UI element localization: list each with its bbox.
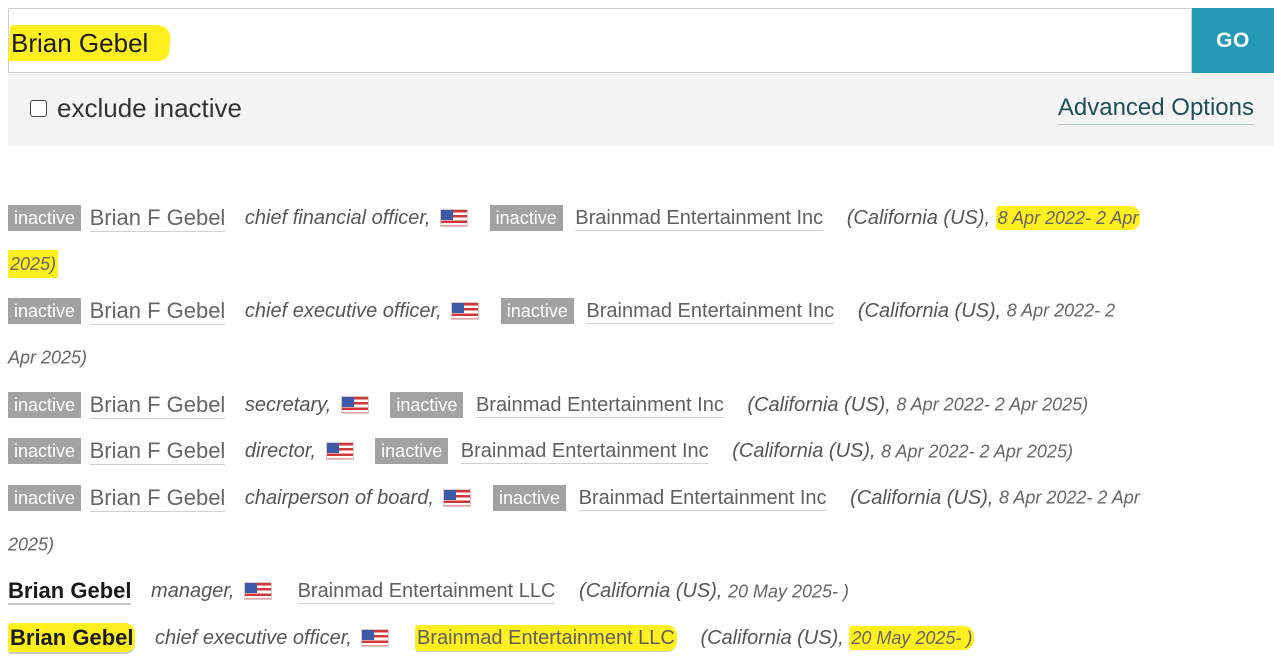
search-input[interactable]: Brian Gebel [7, 8, 1192, 73]
company-link[interactable]: Brainmad Entertainment LLC [414, 625, 677, 653]
role-label: director, [244, 440, 317, 463]
results-list: inactive Brian F Gebel chief financial o… [8, 194, 1270, 661]
jurisdiction-label: (California (US), [579, 580, 723, 603]
advanced-options-link[interactable]: Advanced Options [1057, 94, 1254, 125]
date-range: 8 Apr 2022- 2 Apr 2025) [881, 441, 1073, 462]
exclude-inactive-checkbox[interactable] [30, 99, 47, 117]
jurisdiction-label: (California (US), [850, 487, 994, 510]
us-flag-icon [244, 582, 272, 601]
person-link[interactable]: Brian Gebel [8, 578, 132, 606]
us-flag-icon [440, 208, 469, 227]
date-range: 20 May 2025- ) [727, 581, 850, 602]
company-link[interactable]: Brainmad Entertainment Inc [578, 487, 827, 512]
person-link[interactable]: Brian F Gebel [89, 204, 226, 232]
role-label: manager, [151, 580, 235, 603]
role-label: chairperson of board, [244, 487, 434, 510]
search-panel: Brian Gebel GO exclude inactive Advanced… [7, 8, 1274, 146]
person-status-badge: inactive [8, 298, 82, 325]
company-status-badge: inactive [375, 438, 449, 465]
role-label: chief executive officer, [155, 627, 352, 650]
result-item: inactive Brian F Gebel secretary, inacti… [8, 381, 1270, 428]
exclude-inactive-option[interactable]: exclude inactive [30, 92, 242, 124]
role-label: secretary, [244, 393, 332, 416]
company-status-badge: inactive [390, 391, 464, 418]
person-status-badge: inactive [8, 485, 82, 512]
result-item: inactive Brian F Gebel chief executive o… [8, 287, 1270, 380]
date-range: 8 Apr 2022- 2 Apr [999, 488, 1140, 509]
date-range: 20 May 2025- ) [849, 626, 975, 651]
search-row: Brian Gebel GO [7, 8, 1274, 73]
role-label: chief financial officer, [244, 206, 431, 229]
us-flag-icon [325, 442, 354, 461]
us-flag-icon [340, 395, 369, 414]
date-range-end: Apr 2025) [8, 347, 88, 368]
date-range: 8 Apr 2022- 2 Apr 2025) [896, 394, 1089, 415]
person-link[interactable]: Brian F Gebel [89, 485, 226, 513]
jurisdiction-label: (California (US), [846, 206, 991, 229]
result-item: Brian Gebel chief executive officer, Bra… [8, 614, 1270, 661]
company-link[interactable]: Brainmad Entertainment Inc [460, 440, 709, 465]
company-status-badge: inactive [489, 204, 563, 231]
us-flag-icon [361, 629, 390, 648]
company-link[interactable]: Brainmad Entertainment LLC [297, 580, 556, 605]
result-item: inactive Brian F Gebel chief financial o… [8, 194, 1270, 287]
result-item: Brian Gebel manager, Brainmad Entertainm… [8, 568, 1270, 615]
search-input-value: Brian Gebel [11, 28, 149, 58]
exclude-inactive-label: exclude inactive [57, 92, 242, 123]
company-link[interactable]: Brainmad Entertainment Inc [586, 300, 835, 325]
search-input-highlight: Brian Gebel [7, 25, 172, 61]
person-status-badge: inactive [8, 391, 82, 418]
person-link[interactable]: Brian F Gebel [89, 438, 226, 466]
result-item: inactive Brian F Gebel chairperson of bo… [8, 474, 1270, 567]
jurisdiction-label: (California (US), [700, 627, 844, 650]
person-link[interactable]: Brian F Gebel [89, 298, 226, 326]
us-flag-icon [451, 302, 480, 321]
date-range-end: 2025) [8, 250, 59, 279]
go-button[interactable]: GO [1192, 8, 1274, 73]
person-link[interactable]: Brian F Gebel [89, 391, 226, 419]
jurisdiction-label: (California (US), [747, 393, 891, 416]
jurisdiction-label: (California (US), [857, 300, 1002, 323]
company-status-badge: inactive [493, 485, 567, 512]
date-range: 8 Apr 2022- 2 Apr [995, 205, 1141, 230]
jurisdiction-label: (California (US), [732, 440, 876, 463]
person-status-badge: inactive [8, 438, 82, 465]
date-range: 8 Apr 2022- 2 [1006, 301, 1116, 322]
date-range-end: 2025) [8, 534, 55, 555]
company-link[interactable]: Brainmad Entertainment Inc [575, 206, 824, 231]
company-link[interactable]: Brainmad Entertainment Inc [475, 393, 724, 418]
role-label: chief executive officer, [244, 300, 442, 323]
person-status-badge: inactive [8, 204, 82, 231]
us-flag-icon [443, 489, 472, 508]
person-link[interactable]: Brian Gebel [8, 623, 136, 655]
result-item: inactive Brian F Gebel director, inactiv… [8, 428, 1270, 475]
company-status-badge: inactive [500, 298, 574, 325]
